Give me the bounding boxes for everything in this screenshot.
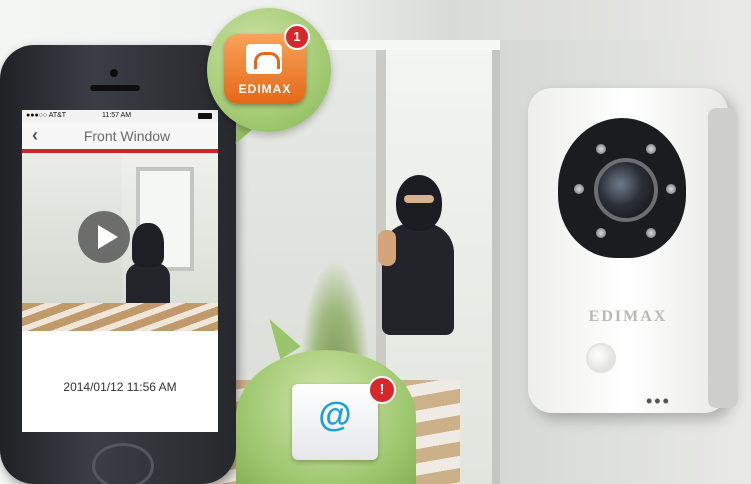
earpiece-speaker bbox=[90, 85, 140, 91]
ir-led bbox=[596, 228, 606, 238]
ir-led bbox=[666, 184, 676, 194]
ir-led bbox=[646, 228, 656, 238]
envelope-icon[interactable]: @ bbox=[292, 384, 378, 460]
nav-bar: ‹ Front Window bbox=[22, 122, 218, 149]
status-time: 11:57 AM bbox=[102, 112, 132, 119]
ip-camera: EDIMAX ••• bbox=[528, 88, 738, 413]
phone-screen: ●●●○○ AT&T 11:57 AM ‹ Front Window 2014/… bbox=[22, 110, 218, 432]
camera-brand-logo: EDIMAX bbox=[588, 308, 668, 325]
page-title: Front Window bbox=[83, 128, 171, 144]
smartphone: ●●●○○ AT&T 11:57 AM ‹ Front Window 2014/… bbox=[0, 45, 236, 484]
door-frame-right bbox=[492, 50, 500, 484]
video-intruder-head bbox=[132, 223, 164, 267]
video-preview[interactable] bbox=[22, 153, 218, 331]
wifi-icon bbox=[254, 52, 280, 69]
front-camera bbox=[110, 69, 118, 77]
event-timestamp: 2014/01/12 11:56 AM bbox=[63, 380, 177, 394]
back-chevron-icon[interactable]: ‹ bbox=[32, 125, 38, 146]
carrier-label: ●●●○○ AT&T bbox=[26, 112, 67, 119]
scene: EDIMAX ••• ●●●○○ AT&T 11:57 AM ‹ Front W… bbox=[0, 0, 751, 484]
ir-led bbox=[646, 144, 656, 154]
camera-button bbox=[586, 343, 616, 373]
at-sign: @ bbox=[318, 396, 352, 434]
app-brand-label: EDIMAX bbox=[238, 82, 292, 96]
status-bar: ●●●○○ AT&T 11:57 AM bbox=[22, 110, 218, 122]
home-button[interactable] bbox=[92, 443, 154, 484]
intruder-head bbox=[396, 175, 442, 231]
email-alert-badge: ! bbox=[368, 376, 396, 404]
status-dots: ••• bbox=[646, 391, 671, 411]
play-icon bbox=[98, 225, 118, 249]
intruder-hand bbox=[378, 230, 396, 266]
app-badge: 1 bbox=[284, 24, 310, 50]
battery-icon bbox=[198, 113, 212, 119]
camera-lens bbox=[594, 158, 658, 222]
camera-side bbox=[708, 108, 738, 408]
intruder-eyes bbox=[404, 195, 434, 203]
ir-led bbox=[596, 144, 606, 154]
ir-led bbox=[574, 184, 584, 194]
intruder bbox=[378, 175, 458, 335]
video-stairs bbox=[22, 303, 218, 331]
